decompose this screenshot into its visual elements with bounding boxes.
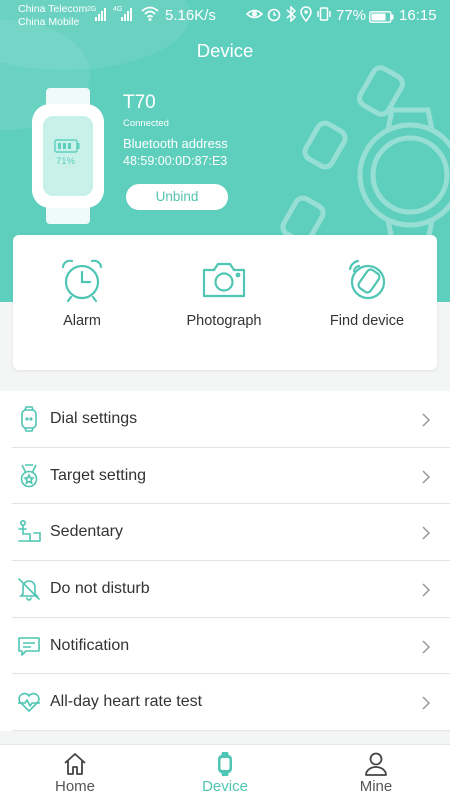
menu-item-heart-rate-test[interactable]: All-day heart rate test — [12, 674, 450, 732]
menu-item-notification[interactable]: Notification — [12, 618, 450, 675]
alarm-status-icon — [267, 8, 281, 22]
watch-battery-percent: 71% — [56, 156, 76, 167]
alarm-button[interactable]: Alarm — [12, 257, 152, 329]
find-device-button[interactable]: Find device — [297, 257, 437, 329]
watch-icon — [218, 752, 232, 776]
network-speed: 5.16K/s — [165, 7, 216, 24]
medal-icon — [20, 463, 38, 487]
camera-icon — [202, 262, 246, 298]
eye-icon — [246, 9, 263, 19]
settings-list: Dial settings Target setting Sedentary D… — [0, 391, 450, 732]
find-device-label: Find device — [329, 313, 405, 329]
signal-icon — [95, 8, 106, 21]
vibrate-icon — [317, 7, 331, 21]
chevron-right-icon — [422, 583, 431, 597]
nav-device[interactable]: Device — [175, 751, 275, 795]
menu-item-label: Dial settings — [50, 410, 138, 427]
carrier-names: China Telecom China Mobile — [18, 3, 87, 29]
menu-item-label: Target setting — [50, 466, 147, 484]
menu-item-sedentary[interactable]: Sedentary — [12, 504, 450, 562]
nav-mine[interactable]: Mine — [326, 751, 426, 795]
wifi-icon — [141, 6, 159, 21]
status-bar: China Telecom China Mobile 2G 4G 5.16K/s — [0, 0, 450, 32]
menu-item-label: All-day heart rate test — [50, 693, 203, 711]
chevron-right-icon — [422, 413, 431, 427]
photograph-label: Photograph — [186, 313, 262, 329]
nav-home-label: Home — [54, 778, 95, 795]
menu-item-dial-settings[interactable]: Dial settings — [12, 391, 450, 448]
nav-device-label: Device — [202, 778, 248, 795]
watch-dial-icon — [21, 406, 37, 432]
connection-status: Connected — [123, 118, 169, 129]
home-icon — [64, 753, 86, 775]
user-icon — [365, 752, 387, 776]
quick-actions-card: Alarm Photograph Find device — [13, 235, 437, 370]
bluetooth-icon — [286, 6, 297, 22]
nav-home[interactable]: Home — [25, 751, 125, 795]
heart-rate-icon — [18, 693, 40, 713]
bluetooth-address: 48:59:00:0D:87:E3 — [123, 154, 228, 168]
bell-off-icon — [18, 578, 40, 601]
chevron-right-icon — [422, 640, 431, 654]
nav-mine-label: Mine — [359, 778, 393, 795]
bluetooth-label: Bluetooth address — [123, 136, 228, 151]
carrier-1: China Telecom — [18, 3, 88, 15]
watch-decoration-icon — [280, 65, 450, 245]
chevron-right-icon — [422, 696, 431, 710]
menu-item-label: Notification — [50, 636, 130, 654]
chevron-right-icon — [422, 526, 431, 540]
menu-item-label: Do not disturb — [50, 580, 150, 598]
menu-item-label: Sedentary — [50, 523, 123, 541]
device-name: T70 — [123, 92, 156, 113]
bottom-navigation: Home Device Mine — [0, 744, 450, 800]
signal-icon — [121, 8, 132, 21]
chevron-right-icon — [422, 470, 431, 484]
carrier-2: China Mobile — [18, 16, 80, 28]
photograph-button[interactable]: Photograph — [154, 257, 294, 329]
location-icon — [300, 6, 312, 22]
alarm-clock-icon — [61, 259, 103, 303]
unbind-button[interactable]: Unbind — [126, 184, 228, 210]
alarm-label: Alarm — [63, 313, 101, 329]
battery-icon — [369, 11, 394, 23]
menu-item-target-setting[interactable]: Target setting — [12, 448, 450, 505]
battery-percent: 77% — [336, 7, 367, 24]
find-device-icon — [348, 259, 386, 300]
message-icon — [18, 636, 40, 656]
sedentary-icon — [18, 520, 41, 543]
menu-item-do-not-disturb[interactable]: Do not disturb — [12, 561, 450, 618]
clock: 16:15 — [399, 7, 437, 24]
